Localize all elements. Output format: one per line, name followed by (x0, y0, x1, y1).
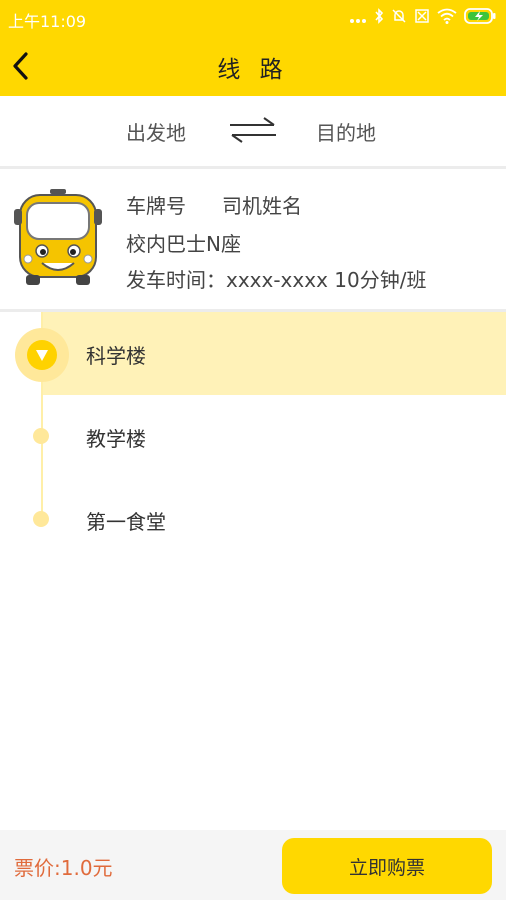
more-dots-icon (349, 9, 367, 28)
buy-ticket-button[interactable]: 立即购票 (282, 838, 492, 894)
sim-off-icon (414, 8, 430, 28)
swap-arrows-icon (228, 117, 278, 148)
stop-item[interactable]: 教学楼 (0, 395, 506, 478)
plate-driver-line: 车牌号 司机姓名 (126, 190, 302, 219)
departure-time: 发车时间：xxxx-xxxx 10分钟/班 (126, 268, 427, 292)
stop-name: 科学楼 (86, 344, 146, 368)
battery-charging-icon (464, 8, 496, 28)
destination-selector[interactable]: 目的地 (316, 117, 376, 146)
origin-selector[interactable]: 出发地 (126, 117, 186, 146)
page-title: 线 路 (217, 57, 289, 83)
bus-mascot-icon (12, 187, 104, 289)
wifi-icon (437, 8, 457, 28)
status-time: 上午11:09 (8, 12, 87, 31)
bus-name: 校内巴士N座 (126, 232, 241, 256)
current-stop-marker (15, 328, 69, 382)
route-selector: 出发地 目的地 (0, 96, 506, 169)
bluetooth-icon (374, 8, 384, 28)
status-icons (349, 8, 496, 28)
stop-list: 科学楼 教学楼 第一食堂 (0, 312, 506, 562)
bottom-bar: 票价:1.0元 立即购票 (0, 830, 506, 900)
title-bar: 线 路 (0, 36, 506, 96)
plate-number: 车牌号 (126, 194, 186, 218)
chevron-down-icon (27, 340, 57, 370)
swap-button[interactable] (228, 116, 278, 144)
bell-off-icon (391, 8, 407, 28)
stop-dot (33, 428, 49, 444)
stop-item-active[interactable]: 科学楼 (42, 312, 506, 395)
driver-name: 司机姓名 (222, 194, 302, 218)
stop-item[interactable]: 第一食堂 (0, 478, 506, 561)
bus-info-card: 车牌号 司机姓名 校内巴士N座 发车时间：xxxx-xxxx 10分钟/班 (0, 169, 506, 312)
ticket-price: 票价:1.0元 (14, 856, 113, 880)
stop-name: 教学楼 (86, 427, 146, 451)
stop-dot (33, 511, 49, 527)
stop-name: 第一食堂 (86, 510, 166, 534)
status-bar: 上午11:09 (0, 0, 506, 36)
